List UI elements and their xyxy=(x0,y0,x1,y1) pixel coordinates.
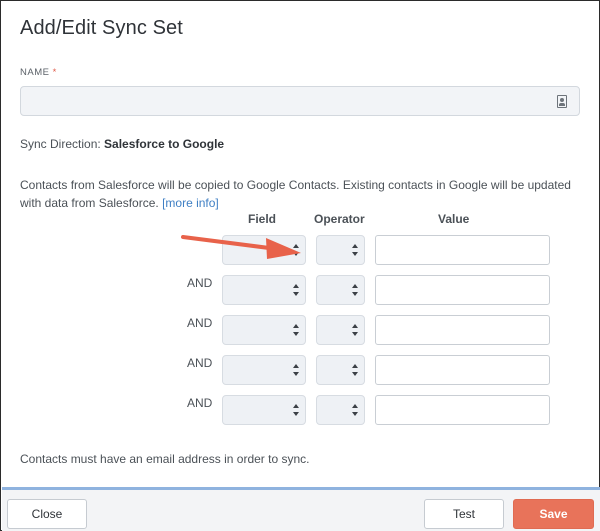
select-arrows-icon xyxy=(352,404,359,416)
annotation-arrow-icon xyxy=(181,235,301,259)
select-arrows-icon xyxy=(293,364,300,376)
filter-row: AND xyxy=(1,395,600,425)
operator-select[interactable] xyxy=(316,235,365,265)
select-arrows-icon xyxy=(293,404,300,416)
test-button[interactable]: Test xyxy=(424,499,504,529)
select-arrows-icon xyxy=(352,284,359,296)
close-button[interactable]: Close xyxy=(7,499,87,529)
operator-select[interactable] xyxy=(316,275,365,305)
select-arrows-icon xyxy=(352,244,359,256)
value-input[interactable] xyxy=(375,355,550,385)
field-select[interactable] xyxy=(222,355,306,385)
field-column-header: Field xyxy=(248,212,277,226)
value-column-header: Value xyxy=(438,212,470,226)
value-input[interactable] xyxy=(375,235,550,265)
dialog-title: Add/Edit Sync Set xyxy=(20,17,183,39)
dialog-footer: Close Test Save xyxy=(2,487,600,531)
name-label: NAME * xyxy=(20,67,57,78)
filter-row: AND xyxy=(1,275,600,305)
email-requirement-note: Contacts must have an email address in o… xyxy=(20,452,310,466)
filter-row: AND xyxy=(1,315,600,345)
name-input[interactable] xyxy=(20,86,580,116)
more-info-link[interactable]: [more info] xyxy=(162,196,219,210)
and-label: AND xyxy=(187,356,213,370)
and-label: AND xyxy=(187,276,213,290)
field-select[interactable] xyxy=(222,395,306,425)
select-arrows-icon xyxy=(352,324,359,336)
field-select[interactable] xyxy=(222,315,306,345)
sync-direction: Sync Direction: Salesforce to Google xyxy=(20,137,225,151)
and-label: AND xyxy=(187,396,213,410)
select-arrows-icon xyxy=(352,364,359,376)
sync-direction-value: Salesforce to Google xyxy=(104,137,225,151)
value-input[interactable] xyxy=(375,395,550,425)
operator-select[interactable] xyxy=(316,315,365,345)
operator-select[interactable] xyxy=(316,355,365,385)
field-select[interactable] xyxy=(222,275,306,305)
filter-row: AND xyxy=(1,355,600,385)
operator-select[interactable] xyxy=(316,395,365,425)
dialog: Add/Edit Sync Set NAME * Sync Direction:… xyxy=(0,0,600,531)
select-arrows-icon xyxy=(293,284,300,296)
save-button[interactable]: Save xyxy=(513,499,594,529)
required-mark: * xyxy=(52,67,57,78)
contact-card-icon[interactable] xyxy=(557,95,567,108)
value-input[interactable] xyxy=(375,315,550,345)
select-arrows-icon xyxy=(293,324,300,336)
operator-column-header: Operator xyxy=(314,212,365,226)
and-label: AND xyxy=(187,316,213,330)
description: Contacts from Salesforce will be copied … xyxy=(20,178,571,210)
value-input[interactable] xyxy=(375,275,550,305)
